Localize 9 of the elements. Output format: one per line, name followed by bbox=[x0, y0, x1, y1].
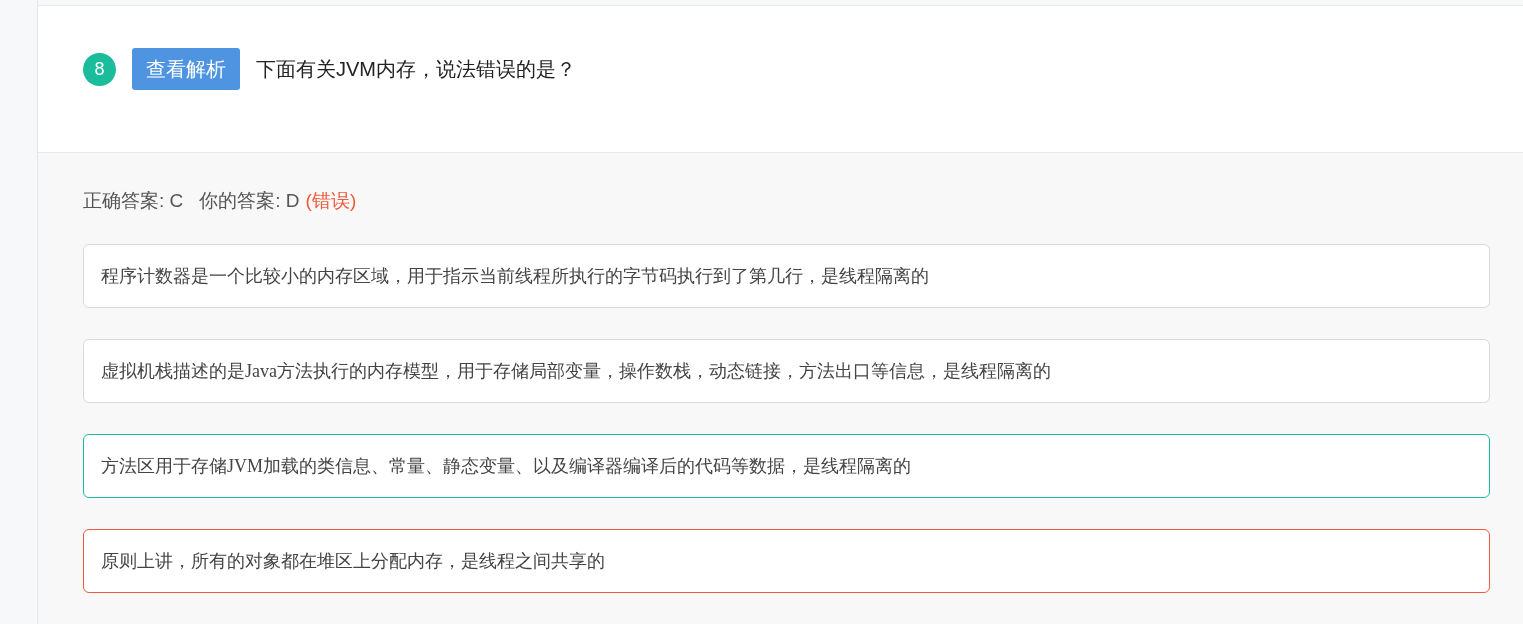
answer-option[interactable]: 虚拟机栈描述的是Java方法执行的内存模型，用于存储局部变量，操作数栈，动态链接，方法出口等信息，是线程隔离的 bbox=[83, 339, 1490, 403]
answer-option[interactable]: 程序计数器是一个比较小的内存区域，用于指示当前线程所执行的字节码执行到了第几行，是线程隔离的 bbox=[83, 244, 1490, 308]
verdict-text: (错误) bbox=[305, 189, 357, 213]
correct-answer-text: 正确答案: C bbox=[83, 189, 184, 213]
your-answer-text: 你的答案: D bbox=[199, 189, 300, 213]
answer-option[interactable]: 原则上讲，所有的对象都在堆区上分配内存，是线程之间共享的 bbox=[83, 529, 1490, 593]
question-number-badge: 8 bbox=[83, 53, 116, 86]
question-text: 下面有关JVM内存，说法错误的是？ bbox=[256, 57, 576, 82]
answer-option[interactable]: 方法区用于存储JVM加载的类信息、常量、静态变量、以及编译器编译后的代码等数据，是线程隔离的 bbox=[83, 434, 1490, 498]
